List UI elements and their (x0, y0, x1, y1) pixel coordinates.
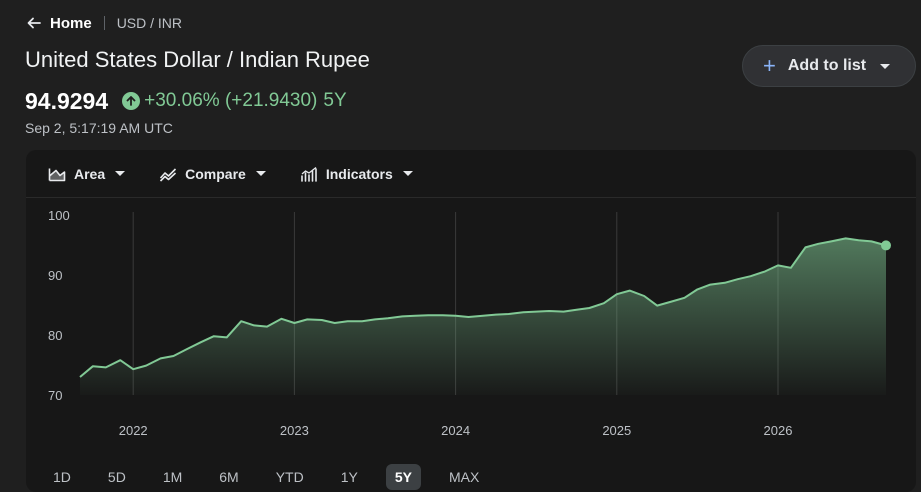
breadcrumb-current: USD / INR (116, 15, 183, 31)
add-to-list-button[interactable]: + Add to list (742, 45, 916, 87)
indicators-label: Indicators (325, 165, 393, 182)
indicators-icon (301, 166, 317, 182)
breadcrumb: Home USD / INR (26, 12, 182, 34)
y-tick-label: 70 (48, 388, 62, 403)
plus-icon: + (763, 53, 776, 78)
chart-toolbar: Area Compare Indicators (26, 150, 916, 198)
change-period: 5Y (323, 90, 347, 111)
chevron-down-icon (402, 171, 413, 176)
y-tick-label: 100 (48, 208, 70, 223)
chart-type-label: Area (74, 165, 106, 182)
price-row: 94.9294 +30.06% (+21.9430) 5Y (25, 86, 347, 116)
quote-timestamp: Sep 2, 5:17:19 AM UTC (25, 120, 173, 136)
x-tick-label: 2024 (441, 423, 470, 438)
chart-type-dropdown[interactable]: Area (48, 165, 126, 182)
breadcrumb-home-link[interactable]: Home (50, 15, 92, 32)
y-tick-label: 90 (48, 268, 62, 283)
last-price-marker (881, 240, 891, 251)
x-tick-label: 2025 (602, 423, 631, 438)
range-1y-button[interactable]: 1Y (332, 464, 367, 490)
range-1d-button[interactable]: 1D (44, 464, 80, 490)
add-to-list-label: Add to list (787, 57, 867, 74)
compare-icon (160, 167, 177, 182)
current-price: 94.9294 (25, 87, 109, 114)
breadcrumb-divider (103, 16, 105, 30)
price-change: +30.06% (+21.9430) (144, 90, 318, 111)
range-max-button[interactable]: MAX (440, 464, 488, 490)
range-5d-button[interactable]: 5D (99, 464, 135, 490)
chevron-down-icon (115, 171, 126, 176)
price-chart[interactable]: 70 80 90 100 2022 2023 2024 2025 2026 (26, 200, 916, 462)
area-chart-icon (48, 168, 66, 181)
back-arrow-icon[interactable] (26, 15, 42, 31)
chevron-down-icon (255, 171, 266, 176)
range-ytd-button[interactable]: YTD (267, 464, 313, 490)
x-tick-label: 2022 (119, 423, 148, 438)
compare-dropdown[interactable]: Compare (159, 166, 266, 182)
arrow-up-icon (122, 92, 141, 110)
x-tick-label: 2026 (764, 423, 793, 438)
range-6m-button[interactable]: 6M (210, 464, 247, 490)
y-tick-label: 80 (48, 328, 62, 343)
page-title: United States Dollar / Indian Rupee (25, 47, 370, 72)
indicators-dropdown[interactable]: Indicators (300, 166, 413, 182)
compare-label: Compare (185, 165, 246, 182)
range-5y-button[interactable]: 5Y (385, 464, 421, 490)
x-tick-label: 2023 (280, 423, 309, 438)
range-selector: 1D 5D 1M 6M YTD 1Y 5Y MAX (44, 463, 507, 491)
chevron-down-icon (880, 63, 891, 69)
range-1m-button[interactable]: 1M (154, 464, 191, 490)
